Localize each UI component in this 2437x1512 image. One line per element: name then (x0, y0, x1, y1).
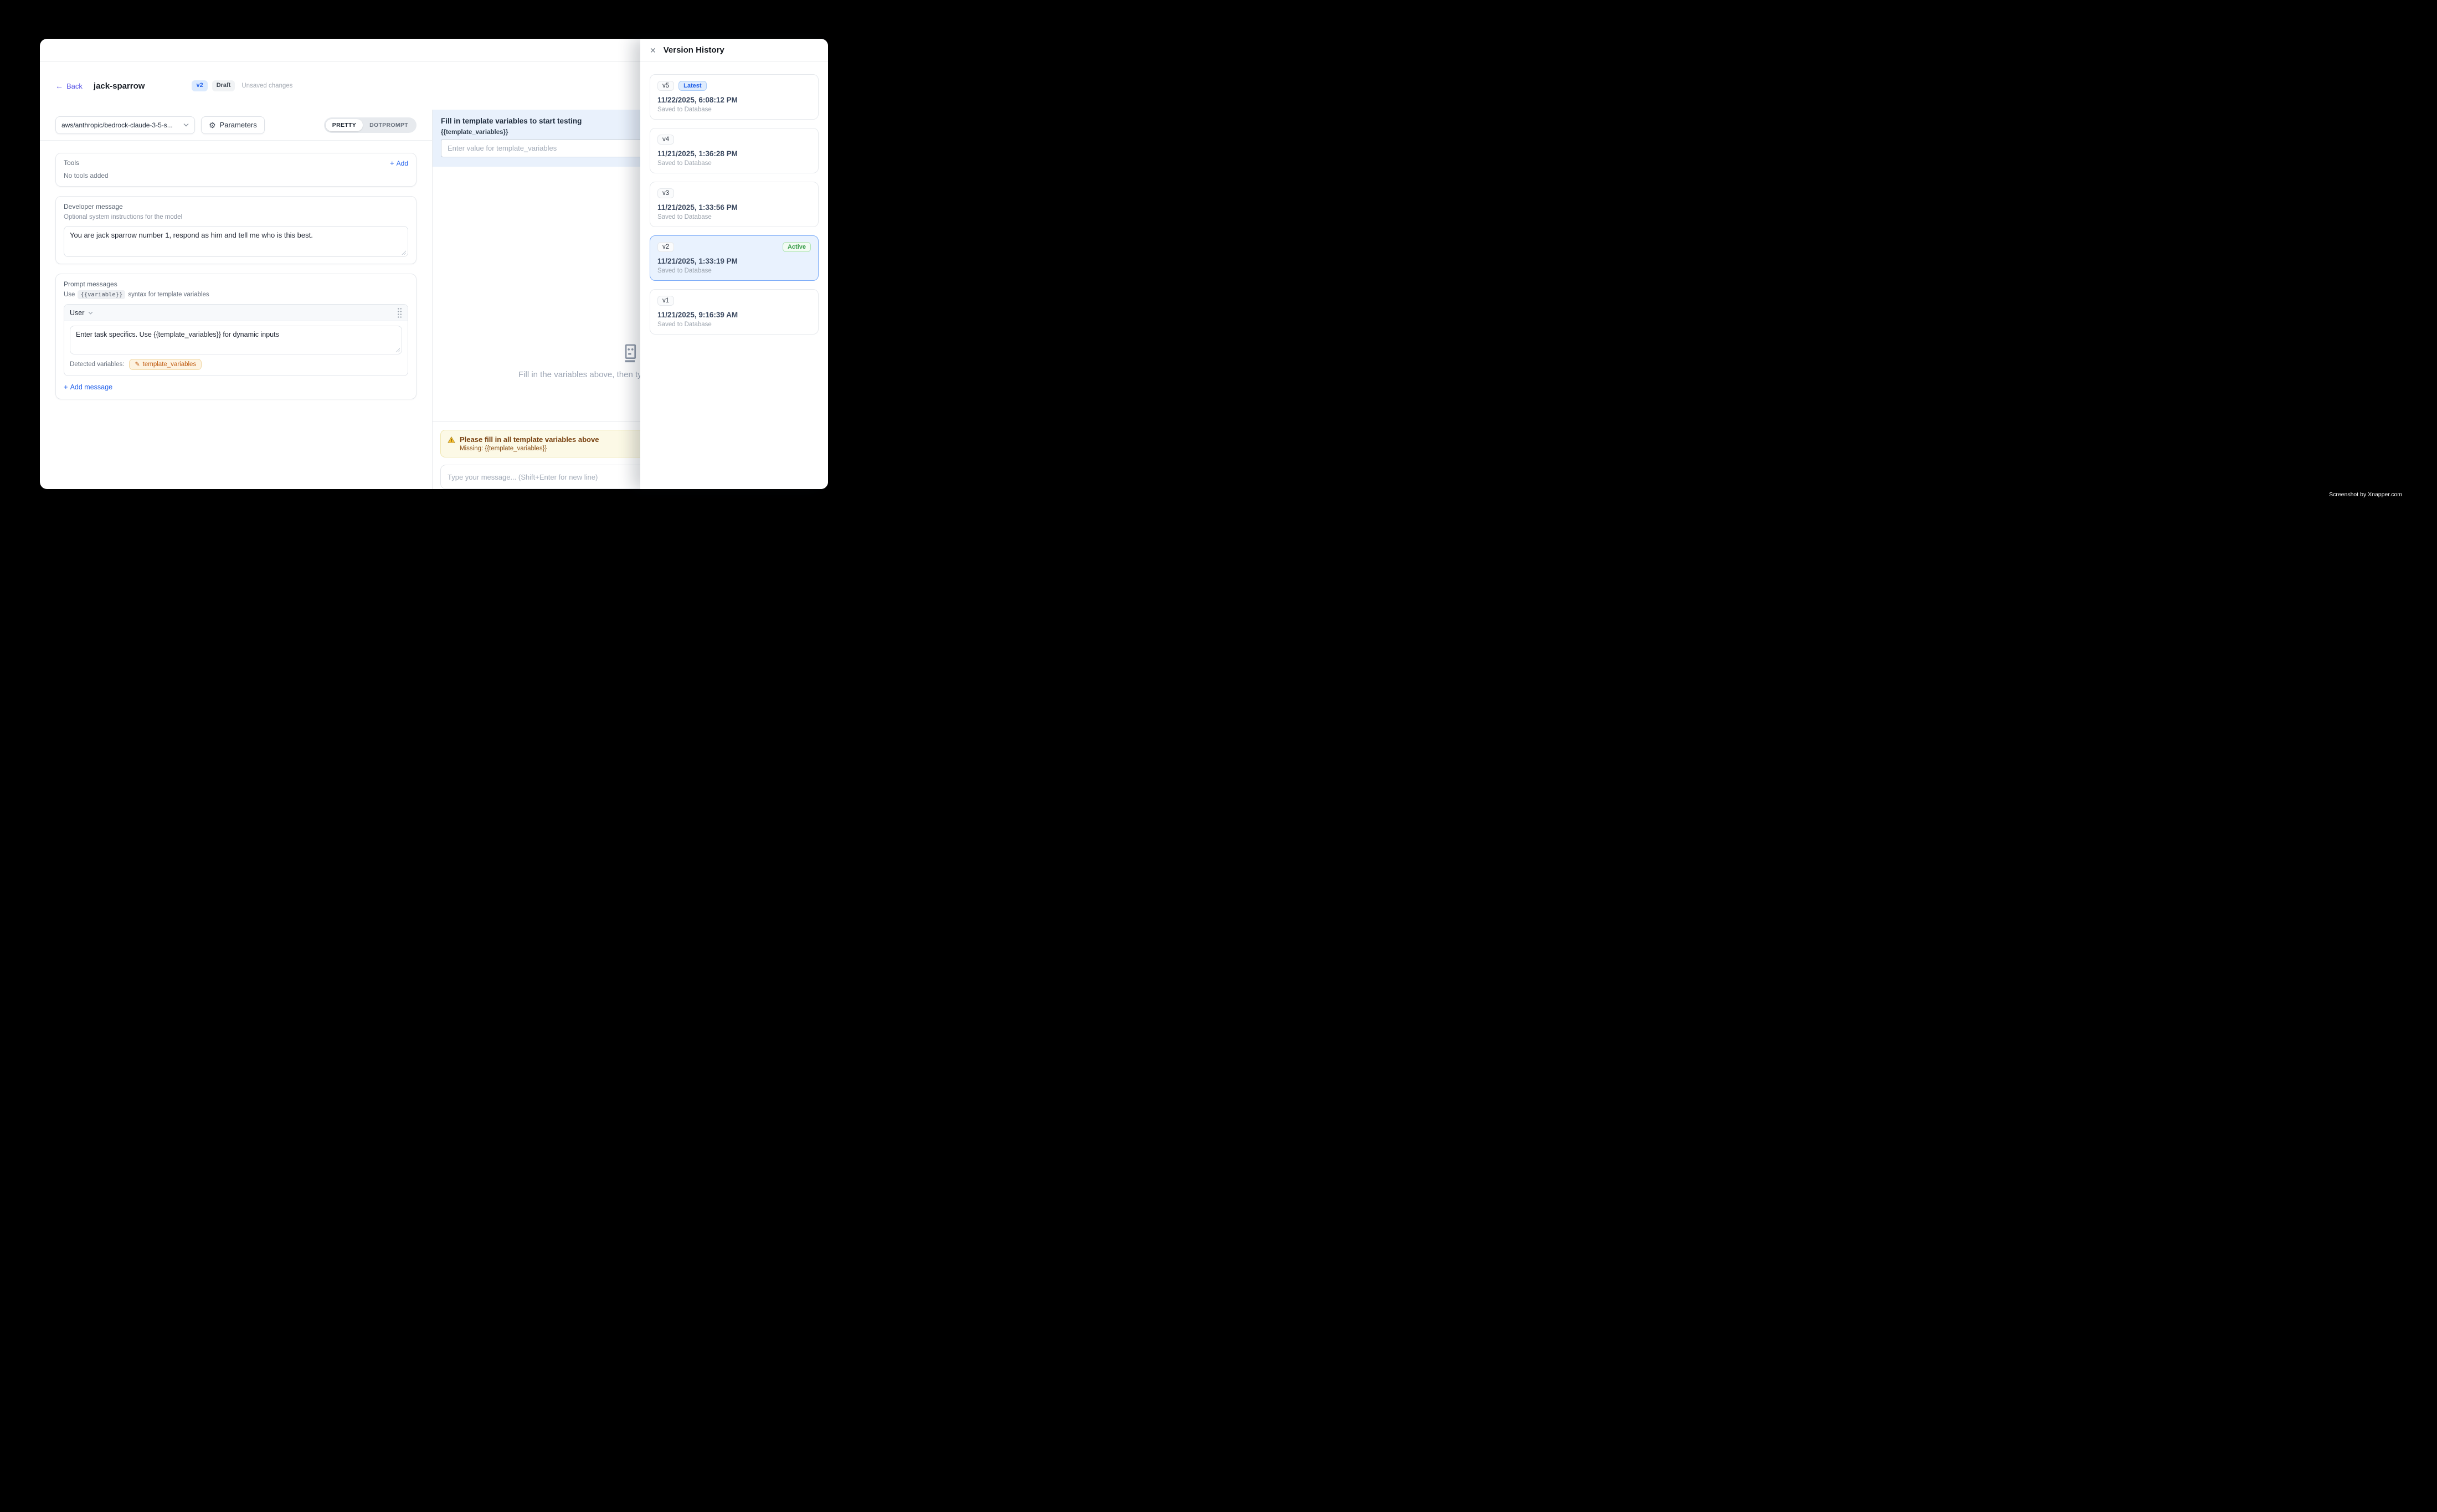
empty-state-text: Fill in the variables above, then typ (518, 370, 646, 379)
tools-card: Tools + Add No tools added (55, 153, 417, 187)
watermark: Screenshot by Xnapper.com (2329, 491, 2402, 498)
draft-badge: Draft (212, 80, 235, 91)
version-number-badge: v5 (657, 81, 674, 91)
close-icon[interactable]: ✕ (650, 47, 656, 54)
version-status: Saved to Database (657, 268, 811, 274)
version-card-v5[interactable]: v5 Latest 11/22/2025, 6:08:12 PM Saved t… (650, 74, 819, 120)
back-label: Back (66, 82, 83, 90)
parameters-button[interactable]: ⚙ Parameters (201, 116, 265, 134)
gear-icon: ⚙ (209, 121, 216, 129)
developer-message-card: Developer message Optional system instru… (55, 196, 417, 264)
add-message-label: Add message (70, 383, 112, 391)
hint-prefix: Use (64, 291, 75, 298)
plus-icon: + (390, 160, 394, 167)
template-variable-chip-label: template_variables (143, 361, 197, 368)
tools-empty-state: No tools added (64, 172, 408, 179)
add-tool-button[interactable]: + Add (390, 160, 408, 167)
version-number-badge: v4 (657, 135, 674, 145)
bot-icon (620, 343, 641, 364)
version-timestamp: 11/21/2025, 1:33:56 PM (657, 203, 811, 212)
role-selector[interactable]: User (70, 309, 93, 317)
active-badge: Active (783, 242, 811, 252)
add-tool-label: Add (397, 160, 408, 167)
message-textarea[interactable]: Enter task specifics. Use {{template_var… (70, 326, 402, 354)
version-history-header: ✕ Version History (640, 39, 828, 62)
latest-badge: Latest (678, 81, 706, 91)
message-header: User (64, 305, 408, 321)
version-status: Saved to Database (657, 106, 811, 113)
version-history-title: Version History (664, 45, 724, 55)
back-arrow-icon: ← (55, 82, 63, 90)
editor-column: aws/anthropic/bedrock-claude-3-5-s... ⚙ … (40, 110, 433, 489)
version-status: Saved to Database (657, 214, 811, 220)
warning-icon (448, 436, 455, 444)
prompt-messages-title: Prompt messages (64, 280, 408, 289)
toggle-dotprompt[interactable]: DOTPROMPT (363, 119, 415, 131)
version-card-v4[interactable]: v4 11/21/2025, 1:36:28 PM Saved to Datab… (650, 128, 819, 173)
format-toggle: PRETTY DOTPROMPT (324, 117, 417, 133)
resize-handle[interactable] (395, 347, 400, 352)
version-card-v3[interactable]: v3 11/21/2025, 1:33:56 PM Saved to Datab… (650, 182, 819, 227)
chevron-down-icon (183, 123, 189, 127)
variable-code-chip: {{variable}} (78, 290, 125, 299)
chevron-down-icon (88, 311, 93, 315)
tools-title: Tools (64, 159, 79, 167)
model-select[interactable]: aws/anthropic/bedrock-claude-3-5-s... (55, 116, 195, 134)
template-variable-chip[interactable]: ✎ template_variables (129, 359, 202, 370)
developer-message-title: Developer message (64, 203, 408, 211)
role-label: User (70, 309, 84, 317)
drag-handle-icon[interactable] (397, 307, 402, 318)
version-timestamp: 11/22/2025, 6:08:12 PM (657, 96, 811, 104)
version-card-v2-active[interactable]: v2 Active 11/21/2025, 1:33:19 PM Saved t… (650, 235, 819, 281)
warning-title: Please fill in all template variables ab… (460, 435, 599, 444)
prompt-messages-card: Prompt messages Use {{variable}} syntax … (55, 274, 417, 399)
version-number-badge: v2 (657, 242, 674, 252)
pencil-icon: ✎ (135, 362, 140, 368)
version-timestamp: 11/21/2025, 9:16:39 AM (657, 311, 811, 319)
page-title: jack-sparrow (94, 81, 145, 91)
detected-variables-row: Detected variables: ✎ template_variables (70, 359, 402, 370)
version-badge: v2 (192, 80, 207, 91)
template-syntax-hint: Use {{variable}} syntax for template var… (64, 290, 408, 299)
add-message-button[interactable]: + Add message (64, 383, 112, 391)
message-body: Enter task specifics. Use {{template_var… (64, 321, 408, 376)
toggle-pretty[interactable]: PRETTY (326, 119, 363, 131)
version-number-badge: v1 (657, 296, 674, 306)
model-select-value: aws/anthropic/bedrock-claude-3-5-s... (61, 121, 183, 129)
model-toolbar: aws/anthropic/bedrock-claude-3-5-s... ⚙ … (40, 110, 432, 141)
parameters-label: Parameters (220, 121, 257, 129)
detected-variables-label: Detected variables: (70, 361, 124, 368)
message-block: User Enter task specifics. Use {{templat… (64, 304, 408, 376)
developer-message-textarea[interactable]: You are jack sparrow number 1, respond a… (64, 226, 408, 257)
back-button[interactable]: ← Back (55, 82, 83, 90)
version-history-panel: ✕ Version History v5 Latest 11/22/2025, … (640, 39, 828, 489)
plus-icon: + (64, 383, 68, 390)
editor-cards: Tools + Add No tools added Developer mes… (40, 141, 432, 412)
version-number-badge: v3 (657, 188, 674, 198)
developer-message-subtitle: Optional system instructions for the mod… (64, 213, 408, 222)
resize-handle[interactable] (401, 250, 406, 255)
unsaved-changes-label: Unsaved changes (241, 83, 292, 89)
version-list: v5 Latest 11/22/2025, 6:08:12 PM Saved t… (640, 62, 828, 347)
version-timestamp: 11/21/2025, 1:36:28 PM (657, 150, 811, 158)
version-timestamp: 11/21/2025, 1:33:19 PM (657, 257, 811, 265)
hint-suffix: syntax for template variables (128, 291, 209, 298)
version-status: Saved to Database (657, 321, 811, 328)
version-status: Saved to Database (657, 160, 811, 167)
version-card-v1[interactable]: v1 11/21/2025, 9:16:39 AM Saved to Datab… (650, 289, 819, 335)
